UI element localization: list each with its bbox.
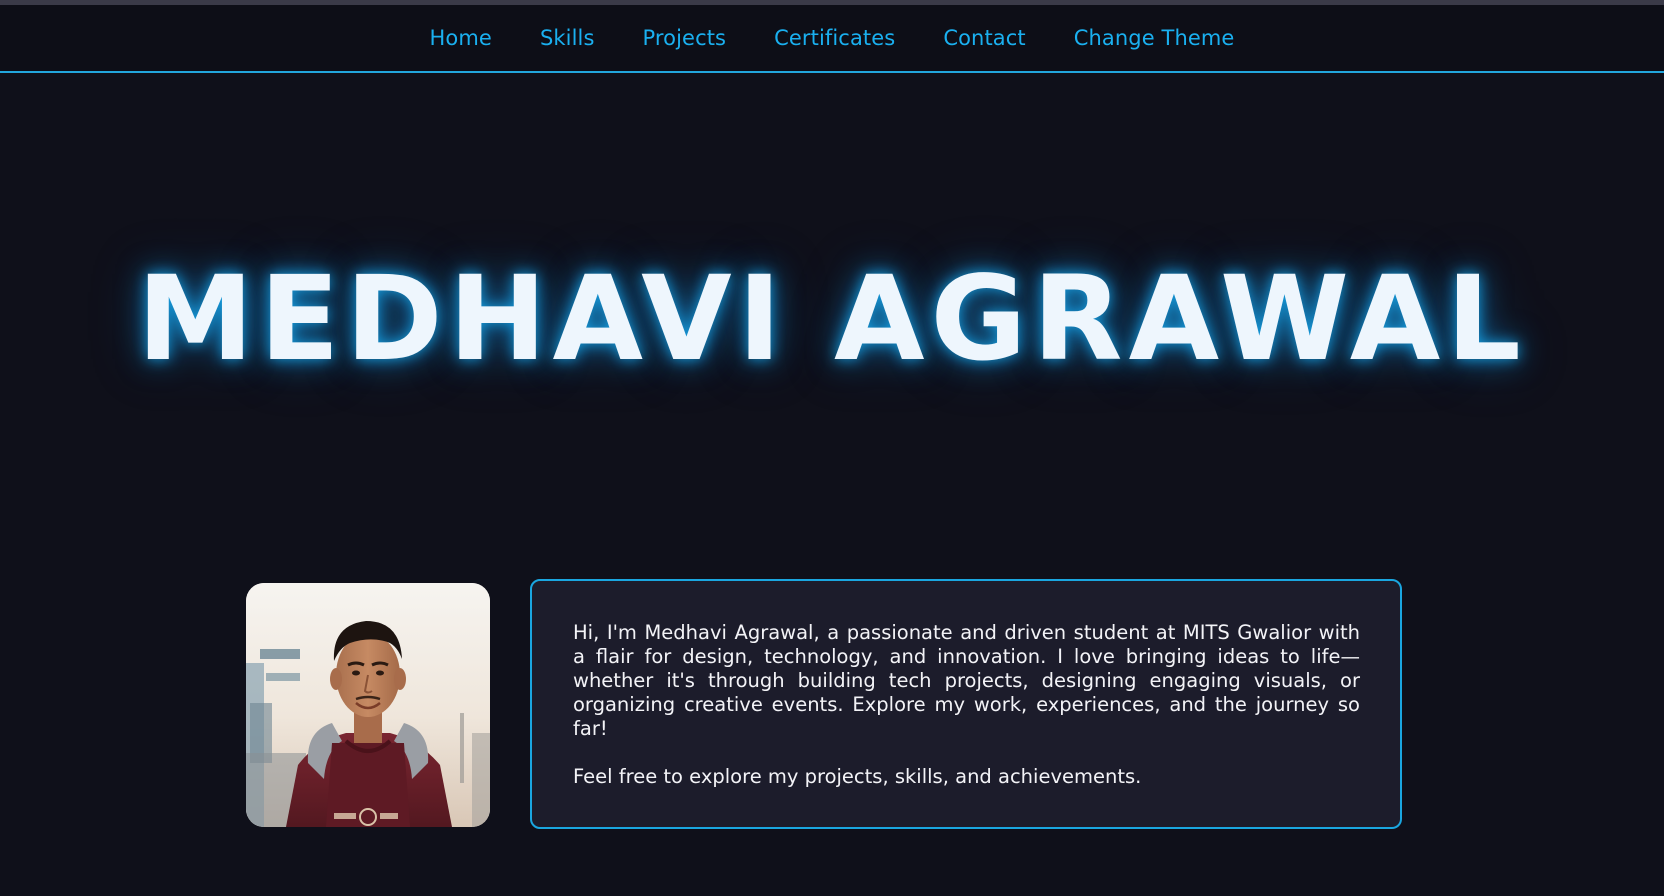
nav-link-certificates[interactable]: Certificates <box>774 26 895 50</box>
navbar: Home Skills Projects Certificates Contac… <box>0 5 1664 73</box>
about-explore-text: Feel free to explore my projects, skills… <box>573 765 1142 788</box>
profile-photo <box>246 583 490 827</box>
nav-link-contact[interactable]: Contact <box>943 26 1025 50</box>
about-card: Hi, I'm Medhavi Agrawal, a passionate an… <box>530 579 1402 829</box>
nav-link-home[interactable]: Home <box>430 26 492 50</box>
about-intro-text: Hi, I'm Medhavi Agrawal, a passionate an… <box>573 621 1360 740</box>
change-theme-button[interactable]: Change Theme <box>1074 26 1235 50</box>
hero-title: MEDHAVI AGRAWAL <box>137 250 1527 387</box>
nav-link-projects[interactable]: Projects <box>643 26 727 50</box>
nav-links: Home Skills Projects Certificates Contac… <box>0 5 1664 71</box>
nav-link-skills[interactable]: Skills <box>540 26 595 50</box>
